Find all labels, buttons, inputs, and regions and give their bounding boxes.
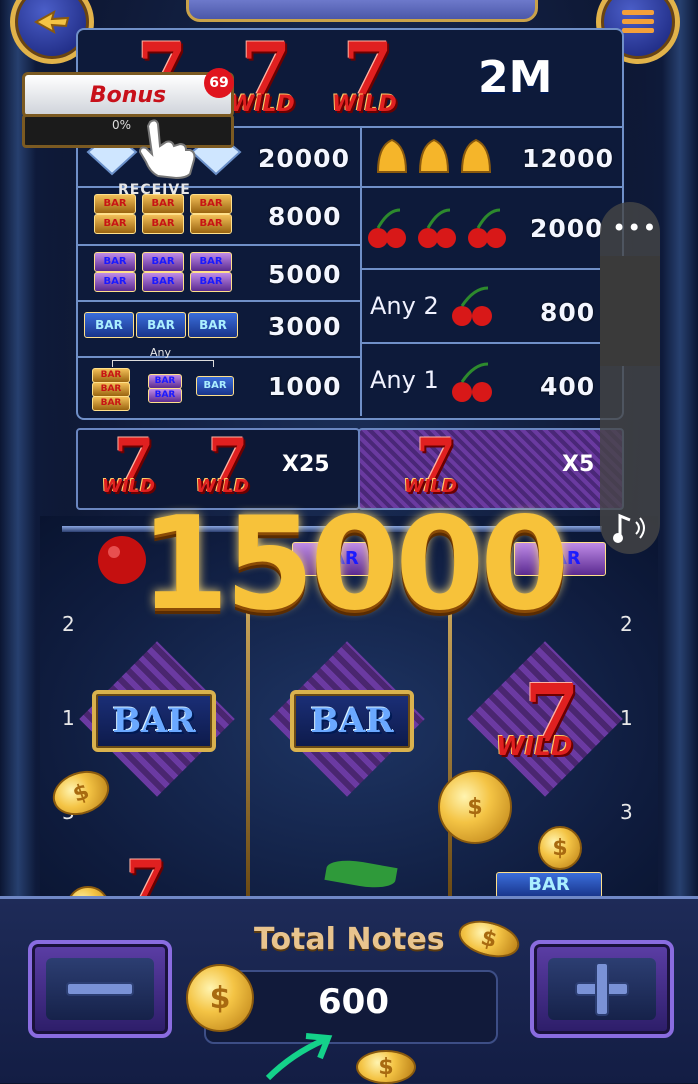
total-notes-label: Total Notes bbox=[254, 922, 445, 957]
bar-icon: BAR bbox=[142, 214, 184, 234]
multiplier-label-x5: X5 bbox=[562, 452, 595, 477]
bar-icon: BAR bbox=[84, 312, 134, 338]
cherry-icon bbox=[452, 286, 492, 326]
notification-badge: 69 bbox=[204, 68, 234, 98]
payout-diamonds: 20000 bbox=[258, 144, 350, 173]
payout-any-1: 400 bbox=[540, 372, 596, 401]
cherry-icon bbox=[452, 362, 492, 402]
payout-any-2: 800 bbox=[540, 298, 596, 327]
minus-icon bbox=[66, 982, 134, 996]
wild-label: WILD bbox=[496, 732, 573, 762]
line-number: 3 bbox=[620, 800, 633, 824]
reel-symbol-bar: BAR bbox=[290, 690, 414, 752]
bar-icon: BAR bbox=[190, 272, 232, 292]
back-arrow-icon bbox=[33, 9, 70, 35]
any-bracket bbox=[112, 360, 214, 367]
multiplier-label-x25: X25 bbox=[282, 452, 330, 477]
bar-icon: BAR bbox=[136, 312, 186, 338]
bar-icon: BAR bbox=[94, 252, 136, 272]
bar-icon: BAR bbox=[496, 872, 602, 898]
jackpot-value: 2M bbox=[478, 52, 553, 103]
bar-icon: BAR bbox=[142, 252, 184, 272]
payout-double-bar: 5000 bbox=[268, 260, 342, 289]
seven-symbol: 7 bbox=[125, 852, 167, 898]
bar-icon: BAR bbox=[190, 214, 232, 234]
bar-icon: BAR bbox=[188, 312, 238, 338]
payout-triple-bar: 8000 bbox=[268, 202, 342, 231]
line-number: 2 bbox=[620, 612, 633, 636]
coin-icon: $ bbox=[438, 770, 512, 844]
bonus-progress-text: 0% bbox=[112, 118, 132, 132]
floating-side-panel[interactable] bbox=[600, 202, 660, 554]
bar-icon: BAR bbox=[190, 252, 232, 272]
plus-icon bbox=[575, 962, 629, 1016]
bar-icon: BAR bbox=[196, 376, 234, 396]
win-amount: 15000 bbox=[140, 490, 569, 639]
any-2-label: Any 2 bbox=[370, 292, 439, 320]
payout-any-bar: 1000 bbox=[268, 372, 342, 401]
bar-icon: BAR bbox=[92, 368, 130, 383]
reel-divider bbox=[448, 606, 452, 896]
increase-bet-button[interactable] bbox=[530, 940, 674, 1038]
payout-bells: 12000 bbox=[522, 144, 614, 173]
reel-symbol-bar: BAR bbox=[92, 690, 216, 752]
arrow-annotation-icon bbox=[265, 1033, 333, 1080]
hamburger-icon bbox=[622, 10, 654, 33]
line-number: 1 bbox=[62, 706, 75, 730]
volume-track[interactable] bbox=[600, 256, 660, 366]
title-plate bbox=[186, 0, 538, 22]
bar-icon: BAR bbox=[92, 382, 130, 397]
coin-icon: $ bbox=[186, 964, 254, 1032]
wild-label: WILD bbox=[230, 92, 295, 117]
decrease-bet-button[interactable] bbox=[28, 940, 172, 1038]
bar-icon: BAR bbox=[94, 214, 136, 234]
more-dots-icon[interactable]: ••• bbox=[612, 216, 657, 240]
cherry-icon bbox=[368, 208, 506, 248]
wild-label: WILD bbox=[332, 92, 397, 117]
bell-icon bbox=[376, 138, 492, 173]
coin-icon: $ bbox=[538, 826, 582, 870]
music-note-icon[interactable] bbox=[610, 508, 650, 548]
payout-cherries: 2000 bbox=[530, 214, 604, 243]
line-number: 2 bbox=[62, 612, 75, 636]
bar-icon: BAR bbox=[190, 194, 232, 214]
receive-label[interactable]: RECEIVE bbox=[118, 182, 191, 198]
payout-single-bar: 3000 bbox=[268, 312, 342, 341]
bet-value: 600 bbox=[318, 982, 389, 1022]
bar-icon: BAR bbox=[92, 396, 130, 411]
any-note: Any bbox=[150, 346, 172, 359]
hand-pointer-icon bbox=[138, 119, 196, 180]
any-1-label: Any 1 bbox=[370, 366, 439, 394]
bonus-label[interactable]: Bonus bbox=[22, 72, 234, 118]
bar-icon: BAR bbox=[94, 272, 136, 292]
bar-icon: BAR bbox=[148, 388, 182, 403]
coin-icon: $ bbox=[356, 1050, 416, 1084]
bar-icon: BAR bbox=[142, 272, 184, 292]
bar-icon: BAR bbox=[148, 374, 182, 389]
reel-divider bbox=[246, 606, 250, 896]
